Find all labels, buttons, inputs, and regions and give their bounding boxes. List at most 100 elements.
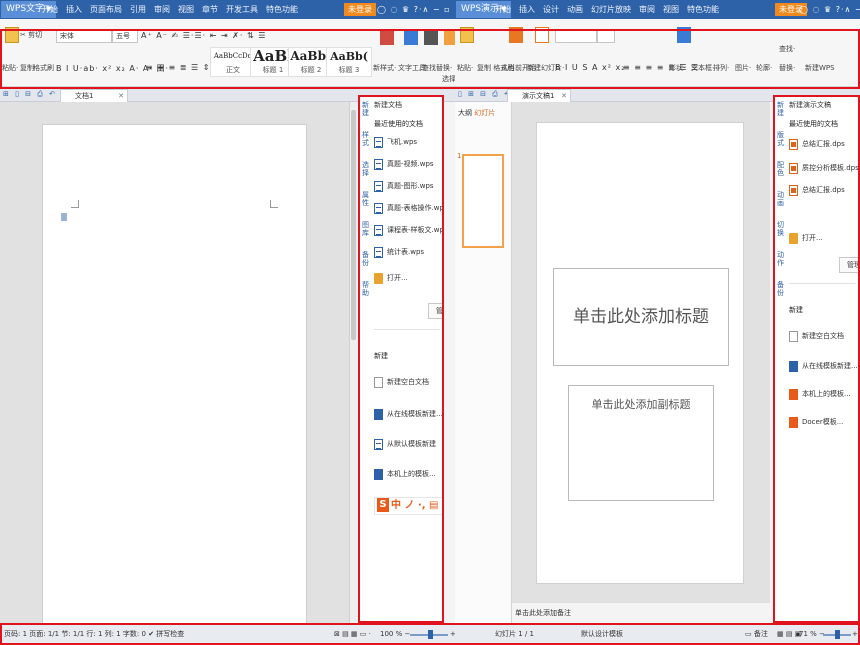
ppt-menu-home[interactable]: 开始	[495, 4, 511, 15]
ppt-notes-toggle[interactable]: ▭ 备注	[745, 624, 768, 644]
writer-find-replace-button[interactable]: 查找替换·	[422, 63, 452, 73]
side-tab-color-scheme[interactable]: 配色	[776, 161, 785, 177]
writer-blank-page[interactable]	[42, 124, 307, 634]
writer-menu-page-layout[interactable]: 页面布局	[90, 4, 122, 15]
writer-zoom-knob[interactable]	[428, 630, 433, 639]
recent-file[interactable]: 真题-表格操作.wps	[374, 201, 442, 215]
ppt-format-toolbar[interactable]: B I U S A x² x₂	[555, 63, 625, 72]
side-tab-layout[interactable]: 版式	[776, 131, 785, 147]
ppt-view-mode-icons[interactable]: ▦ ▤ ▣	[777, 624, 801, 644]
tab-outline[interactable]: 大纲	[458, 109, 472, 117]
ppt-menu-design[interactable]: 设计	[543, 4, 559, 15]
side-tab-styles[interactable]: 样式	[361, 131, 370, 147]
new-from-online-template[interactable]: 从在线模板新建...	[374, 407, 442, 421]
side-tab-backup[interactable]: 备份	[776, 281, 785, 297]
recent-file[interactable]: 真题-视频.wps	[374, 157, 434, 171]
recent-file[interactable]: 总结汇报.dps	[789, 183, 845, 197]
side-tab-properties[interactable]: 属性	[361, 191, 370, 207]
tab-slides[interactable]: 幻灯片	[474, 109, 495, 117]
writer-manage-button[interactable]: 管理	[428, 303, 442, 319]
slide-notes-placeholder[interactable]: 单击此处添加备注	[515, 608, 571, 618]
ppt-menu-animation[interactable]: 动画	[567, 4, 583, 15]
ppt-zoom-level[interactable]: 71 % −	[799, 624, 825, 644]
side-tab-action[interactable]: 动作	[776, 251, 785, 267]
ppt-doc-tab[interactable]: 演示文稿1 ✕	[507, 89, 571, 102]
writer-zoom-level[interactable]: 100 % −	[380, 624, 410, 644]
scrollbar-thumb[interactable]	[351, 110, 356, 340]
writer-cut-button[interactable]: ✂ 剪切	[20, 30, 42, 40]
side-tab-new[interactable]: 新建	[776, 101, 785, 117]
writer-menu-features[interactable]: 特色功能	[266, 4, 298, 15]
writer-menu-home[interactable]: 开始	[42, 4, 58, 15]
select-cursor-icon[interactable]	[444, 29, 455, 45]
new-from-local-template[interactable]: 本机上的模板...	[374, 467, 436, 481]
ppt-font-size-select[interactable]	[597, 30, 615, 43]
ppt-shapes-button[interactable]: 形状·	[669, 63, 685, 73]
writer-open-file-link[interactable]: 打开...	[374, 271, 408, 285]
ppt-arrange-button[interactable]: 排列·	[713, 63, 729, 73]
writer-font-name-select[interactable]: 宋体	[56, 30, 112, 43]
writer-menu-references[interactable]: 引用	[130, 4, 146, 15]
writer-doc-tab[interactable]: 文档1 ✕	[60, 89, 128, 102]
writer-menu-developer[interactable]: 开发工具	[226, 4, 258, 15]
shapes-icon[interactable]	[677, 27, 691, 43]
ppt-manage-button[interactable]: 管理	[839, 257, 858, 273]
recent-file[interactable]: 飞机.wps	[374, 135, 417, 149]
writer-format-painter-button[interactable]: 格式刷	[33, 63, 54, 73]
ppt-menu-review[interactable]: 审阅	[639, 4, 655, 15]
side-tab-animation[interactable]: 动画	[776, 191, 785, 207]
close-icon[interactable]: ✕	[561, 90, 567, 102]
writer-menu-section[interactable]: 章节	[202, 4, 218, 15]
new-style-icon[interactable]	[380, 29, 394, 45]
writer-menu-insert[interactable]: 插入	[66, 4, 82, 15]
ppt-outline-button[interactable]: 轮廓·	[756, 63, 772, 73]
ppt-textbox-button[interactable]: 文本框·	[691, 63, 714, 73]
presentation-window-controls[interactable]: ◯ ◌ ♛ ?·∧ − ▫ ✕	[799, 0, 860, 19]
side-tab-select[interactable]: 选择	[361, 161, 370, 177]
slide-subtitle-placeholder[interactable]: 单击此处添加副标题	[568, 385, 714, 501]
ppt-picture-button[interactable]: 图片·	[735, 63, 751, 73]
side-tab-transition[interactable]: 切换	[776, 221, 785, 237]
ppt-menu-slideshow[interactable]: 幻灯片放映	[591, 4, 631, 15]
recent-file[interactable]: 课程表-样板文.wps	[374, 223, 442, 237]
writer-new-style-button[interactable]: 新样式·	[373, 63, 396, 73]
writer-copy-button[interactable]: 复制	[20, 63, 34, 73]
paste-icon[interactable]	[5, 27, 19, 43]
new-from-local-template[interactable]: 本机上的模板...	[789, 387, 851, 401]
slide-canvas[interactable]: 单击此处添加标题 单击此处添加副标题	[536, 122, 744, 584]
slide-thumbnail-1[interactable]	[462, 154, 504, 248]
writer-font-tools-row[interactable]: A⁺ A⁻ ✍ ☰·☰· ⇤ ⇥ ✗· ⇅ ☰	[141, 31, 266, 40]
text-tools-icon[interactable]	[404, 29, 418, 45]
writer-menu-view[interactable]: 视图	[178, 4, 194, 15]
ppt-menu-view[interactable]: 视图	[663, 4, 679, 15]
recent-file[interactable]: 质控分析模板.dps	[789, 161, 858, 175]
new-from-docer-template[interactable]: Docer模板...	[789, 415, 843, 429]
writer-window-controls[interactable]: ◯ ◌ ♛ ?·∧ − ▫ ✕	[377, 0, 455, 19]
side-tab-help[interactable]: 帮助	[361, 281, 370, 297]
new-from-online-template[interactable]: 从在线模板新建...	[789, 359, 858, 373]
paste-icon[interactable]	[460, 27, 474, 43]
ppt-paste-button[interactable]: 粘贴·	[457, 63, 473, 73]
writer-view-mode-icons[interactable]: ⊠ ▤ ▦ ▭ ·	[334, 624, 371, 644]
close-icon[interactable]: ✕	[118, 90, 124, 102]
recent-file[interactable]: 真题-图形.wps	[374, 179, 434, 193]
ppt-zoom-knob[interactable]	[835, 630, 840, 639]
recent-file[interactable]: 总结汇报.dps	[789, 137, 845, 151]
find-icon[interactable]	[424, 29, 438, 45]
writer-login-button[interactable]: 未登录	[344, 3, 376, 16]
ppt-open-file-link[interactable]: 打开...	[789, 231, 823, 245]
ppt-font-name-select[interactable]	[555, 30, 597, 43]
writer-select-button[interactable]: 选择·	[442, 74, 455, 84]
new-from-default-template[interactable]: 从默认模板新建	[374, 437, 436, 451]
ppt-find-button[interactable]: 查找·	[779, 44, 795, 54]
writer-font-size-select[interactable]: 五号	[112, 30, 138, 43]
style-heading-3[interactable]: AaBb(标题 3	[326, 47, 372, 77]
side-tab-backup[interactable]: 备份	[361, 251, 370, 267]
writer-paste-button[interactable]: 粘贴·	[2, 63, 18, 73]
ppt-new-wps-button[interactable]: 新建WPS	[805, 63, 835, 73]
ppt-zoom-in-button[interactable]: +	[852, 624, 858, 644]
slide-title-placeholder[interactable]: 单击此处添加标题	[553, 268, 729, 366]
side-tab-gallery[interactable]: 图库	[361, 221, 370, 237]
writer-menu-review[interactable]: 审阅	[154, 4, 170, 15]
ppt-menu-features[interactable]: 特色功能	[687, 4, 719, 15]
